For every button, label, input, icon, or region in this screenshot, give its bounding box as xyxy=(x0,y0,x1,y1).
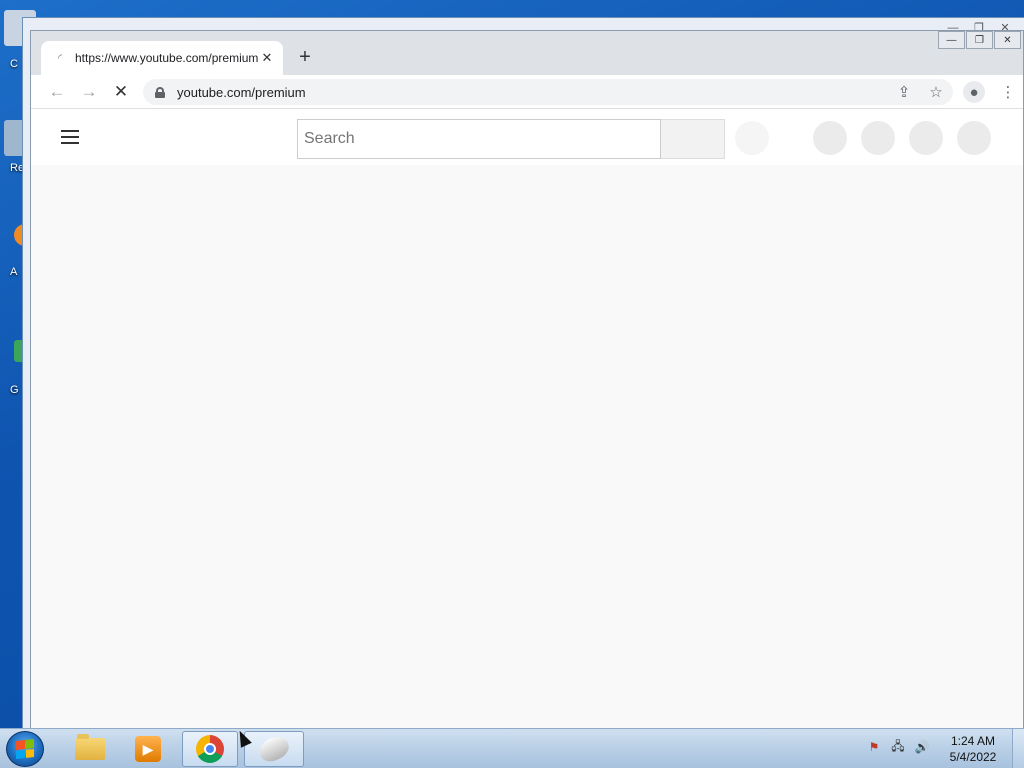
search-button[interactable] xyxy=(661,119,725,159)
hamburger-menu-icon[interactable] xyxy=(61,130,79,144)
lock-icon[interactable] xyxy=(155,86,165,98)
placeholder-icon-4 xyxy=(957,121,991,155)
address-bar[interactable]: youtube.com/premium xyxy=(143,79,953,105)
desktop-icon-app-label: A xyxy=(10,266,18,278)
tab-youtube-premium[interactable]: ◜ https://www.youtube.com/premium ✕ xyxy=(41,41,283,75)
taskbar-media-player[interactable]: ▶ xyxy=(120,731,176,767)
search-input[interactable] xyxy=(297,119,661,159)
profile-avatar-icon[interactable]: ● xyxy=(963,81,985,103)
tab-close-icon[interactable]: ✕ xyxy=(259,50,275,66)
youtube-header xyxy=(31,109,1023,165)
maximize-button[interactable]: ❐ xyxy=(966,31,993,49)
stop-loading-button[interactable]: ✕ xyxy=(109,81,133,103)
system-clock[interactable]: 1:24 AM 5/4/2022 xyxy=(940,733,1006,765)
placeholder-icon-1 xyxy=(813,121,847,155)
show-desktop-button[interactable] xyxy=(1012,729,1024,768)
clock-date: 5/4/2022 xyxy=(949,750,997,764)
placeholder-icon-2 xyxy=(861,121,895,155)
action-center-flag-icon[interactable]: ⚑ xyxy=(866,739,882,755)
forward-button[interactable]: → xyxy=(77,81,101,103)
clock-time: 1:24 AM xyxy=(950,734,996,748)
system-tray: ⚑ 🖧 🔊 xyxy=(866,739,930,755)
chrome-window: — ❐ ✕ ◜ https://www.youtube.com/premium … xyxy=(30,30,1024,730)
taskbar-explorer[interactable] xyxy=(62,731,118,767)
window-controls: — ❐ ✕ xyxy=(937,31,1021,49)
network-icon[interactable]: 🖧 xyxy=(890,739,906,755)
menu-kebab-icon[interactable]: ⋮ xyxy=(997,81,1019,103)
new-tab-button[interactable]: + xyxy=(293,45,317,69)
taskbar: ▶ ⚑ 🖧 🔊 1:24 AM 5/4/2022 xyxy=(0,728,1024,768)
taskbar-mouse-app[interactable] xyxy=(244,731,304,767)
bookmark-star-icon[interactable]: ☆ xyxy=(925,81,947,103)
volume-icon[interactable]: 🔊 xyxy=(914,739,930,755)
back-button[interactable]: ← xyxy=(45,81,69,103)
start-button[interactable] xyxy=(6,731,44,767)
url-text[interactable]: youtube.com/premium xyxy=(177,85,306,100)
title-bar[interactable]: — ❐ ✕ ◜ https://www.youtube.com/premium … xyxy=(31,31,1023,75)
windows-logo-icon xyxy=(16,739,34,759)
mouse-icon xyxy=(255,732,293,766)
folder-icon xyxy=(75,734,105,760)
desktop-icon-computer-label: C xyxy=(10,58,18,70)
mic-placeholder-icon xyxy=(735,121,769,155)
tab-title: https://www.youtube.com/premium xyxy=(75,51,259,65)
chrome-icon xyxy=(196,735,224,763)
placeholder-icon-3 xyxy=(909,121,943,155)
page-content xyxy=(31,109,1023,730)
taskbar-chrome[interactable] xyxy=(182,731,238,767)
desktop-icon-app-2-label: G xyxy=(10,384,19,396)
close-button[interactable]: ✕ xyxy=(994,31,1021,49)
browser-toolbar: ← → ✕ youtube.com/premium ⇪ ☆ ● ⋮ xyxy=(31,75,1023,109)
loading-spinner-icon: ◜ xyxy=(58,52,62,64)
minimize-button[interactable]: — xyxy=(938,31,965,49)
media-player-icon: ▶ xyxy=(135,736,161,762)
share-icon[interactable]: ⇪ xyxy=(893,81,915,103)
